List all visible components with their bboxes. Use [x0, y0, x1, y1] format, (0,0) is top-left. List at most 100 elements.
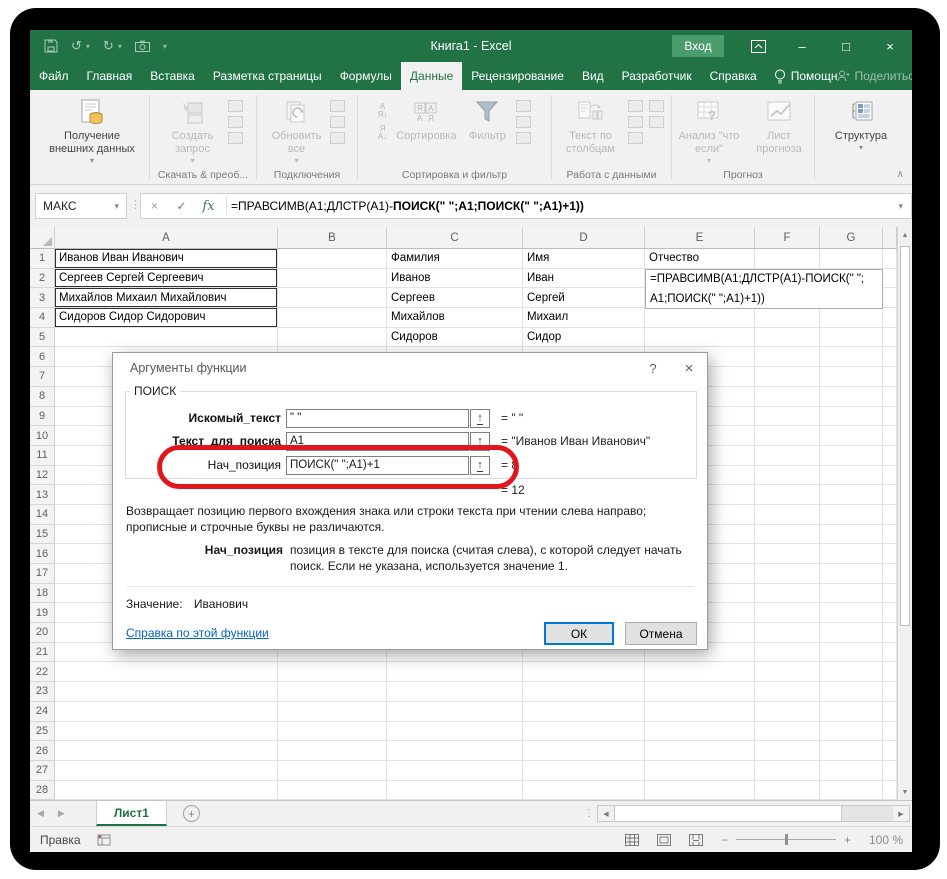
row-header-13[interactable]: 13	[30, 485, 55, 505]
expand-formula-bar-icon[interactable]: ▾	[898, 201, 911, 212]
scroll-left-icon[interactable]: ◀	[598, 806, 614, 821]
cell-F25[interactable]	[755, 722, 820, 742]
cell-E1[interactable]: Отчество	[645, 249, 755, 269]
cell-edit-overlay[interactable]: =ПРАВСИМВ(A1;ДЛСТР(A1)-ПОИСК(" "; A1;ПОИ…	[645, 269, 883, 309]
cell-F26[interactable]	[755, 741, 820, 761]
cell-D24[interactable]	[523, 702, 645, 722]
row-header-28[interactable]: 28	[30, 781, 55, 800]
scroll-down-icon[interactable]: ▼	[898, 784, 912, 800]
cell-D26[interactable]	[523, 741, 645, 761]
cell-E26[interactable]	[645, 741, 755, 761]
close-button[interactable]: ×	[868, 30, 912, 62]
cell-G23[interactable]	[820, 682, 883, 702]
row-header-7[interactable]: 7	[30, 367, 55, 387]
cell-H24[interactable]	[883, 702, 897, 722]
maximize-button[interactable]: □	[824, 30, 868, 62]
cell-H20[interactable]	[883, 623, 897, 643]
row-header-14[interactable]: 14	[30, 505, 55, 525]
cell-E4[interactable]	[645, 308, 755, 328]
cell-F6[interactable]	[755, 347, 820, 367]
cell-C23[interactable]	[387, 682, 523, 702]
scroll-right-icon[interactable]: ▶	[893, 806, 909, 821]
cell-B3[interactable]	[278, 288, 387, 308]
row-header-10[interactable]: 10	[30, 426, 55, 446]
sign-in-button[interactable]: Вход	[672, 35, 724, 57]
cell-F8[interactable]	[755, 387, 820, 407]
cell-B5[interactable]	[278, 328, 387, 348]
cell-G10[interactable]	[820, 426, 883, 446]
cell-H8[interactable]	[883, 387, 897, 407]
tab-insert[interactable]: Вставка	[141, 62, 204, 90]
cell-F7[interactable]	[755, 367, 820, 387]
cell-F18[interactable]	[755, 584, 820, 604]
cell-F15[interactable]	[755, 525, 820, 545]
cell-E23[interactable]	[645, 682, 755, 702]
vertical-scrollbar[interactable]: ▲ ▼	[897, 227, 912, 800]
cell-A24[interactable]	[55, 702, 278, 722]
cell-H6[interactable]	[883, 347, 897, 367]
horizontal-scroll-track[interactable]: ◀ ▶	[597, 805, 910, 822]
cell-G17[interactable]	[820, 564, 883, 584]
column-header-partial[interactable]	[883, 227, 897, 249]
cell-G24[interactable]	[820, 702, 883, 722]
row-header-22[interactable]: 22	[30, 662, 55, 682]
structure-button[interactable]: Структура ▾	[826, 96, 896, 152]
cell-F19[interactable]	[755, 603, 820, 623]
cell-E22[interactable]	[645, 662, 755, 682]
cell-B26[interactable]	[278, 741, 387, 761]
row-header-2[interactable]: 2	[30, 269, 55, 289]
cell-C4[interactable]: Михайлов	[387, 308, 523, 328]
row-header-1[interactable]: 1	[30, 249, 55, 269]
cell-D4[interactable]: Михаил	[523, 308, 645, 328]
row-header-23[interactable]: 23	[30, 682, 55, 702]
cell-G19[interactable]	[820, 603, 883, 623]
page-layout-view-icon[interactable]	[657, 834, 671, 846]
cell-C22[interactable]	[387, 662, 523, 682]
cell-A23[interactable]	[55, 682, 278, 702]
enter-entry-icon[interactable]: ✓	[168, 199, 195, 213]
tab-home[interactable]: Главная	[78, 62, 142, 90]
cell-G22[interactable]	[820, 662, 883, 682]
cell-F22[interactable]	[755, 662, 820, 682]
cell-G21[interactable]	[820, 643, 883, 663]
cell-H19[interactable]	[883, 603, 897, 623]
cell-H27[interactable]	[883, 761, 897, 781]
formula-bar[interactable]: × ✓ fx =ПРАВСИМВ(A1;ДЛСТР(A1)-ПОИСК(" ";…	[140, 193, 912, 219]
cell-C1[interactable]: Фамилия	[387, 249, 523, 269]
cell-C3[interactable]: Сергеев	[387, 288, 523, 308]
tab-data[interactable]: Данные	[401, 62, 462, 90]
row-header-24[interactable]: 24	[30, 702, 55, 722]
zoom-slider[interactable]	[736, 839, 836, 840]
add-sheet-button[interactable]: +	[183, 805, 200, 822]
normal-view-icon[interactable]	[625, 834, 639, 846]
cell-A4[interactable]: Сидоров Сидор Сидорович	[55, 308, 278, 328]
cell-G18[interactable]	[820, 584, 883, 604]
row-header-8[interactable]: 8	[30, 387, 55, 407]
collapse-ribbon-icon[interactable]: ∧	[897, 169, 904, 180]
tab-formulas[interactable]: Формулы	[331, 62, 401, 90]
row-header-4[interactable]: 4	[30, 308, 55, 328]
column-header-B[interactable]: B	[278, 227, 387, 249]
field-input[interactable]: ПОИСК(" ";A1)+1	[286, 456, 469, 475]
zoom-out-icon[interactable]: −	[721, 833, 728, 847]
cell-F21[interactable]	[755, 643, 820, 663]
column-header-C[interactable]: C	[387, 227, 523, 249]
horizontal-scroll-thumb[interactable]	[614, 806, 842, 821]
cell-C24[interactable]	[387, 702, 523, 722]
cell-B22[interactable]	[278, 662, 387, 682]
row-header-11[interactable]: 11	[30, 446, 55, 466]
cell-F14[interactable]	[755, 505, 820, 525]
collapse-dialog-button[interactable]: ↑	[470, 456, 490, 475]
cell-F4[interactable]	[755, 308, 820, 328]
cell-D22[interactable]	[523, 662, 645, 682]
row-header-26[interactable]: 26	[30, 741, 55, 761]
cell-E5[interactable]	[645, 328, 755, 348]
name-box-dropdown-icon[interactable]: ▾	[114, 201, 119, 212]
cell-G11[interactable]	[820, 446, 883, 466]
cell-B24[interactable]	[278, 702, 387, 722]
cell-G8[interactable]	[820, 387, 883, 407]
sheet-nav-right-icon[interactable]: ▶	[51, 801, 72, 826]
cell-H16[interactable]	[883, 544, 897, 564]
cell-A5[interactable]	[55, 328, 278, 348]
collapse-dialog-button[interactable]: ↑	[470, 409, 490, 428]
